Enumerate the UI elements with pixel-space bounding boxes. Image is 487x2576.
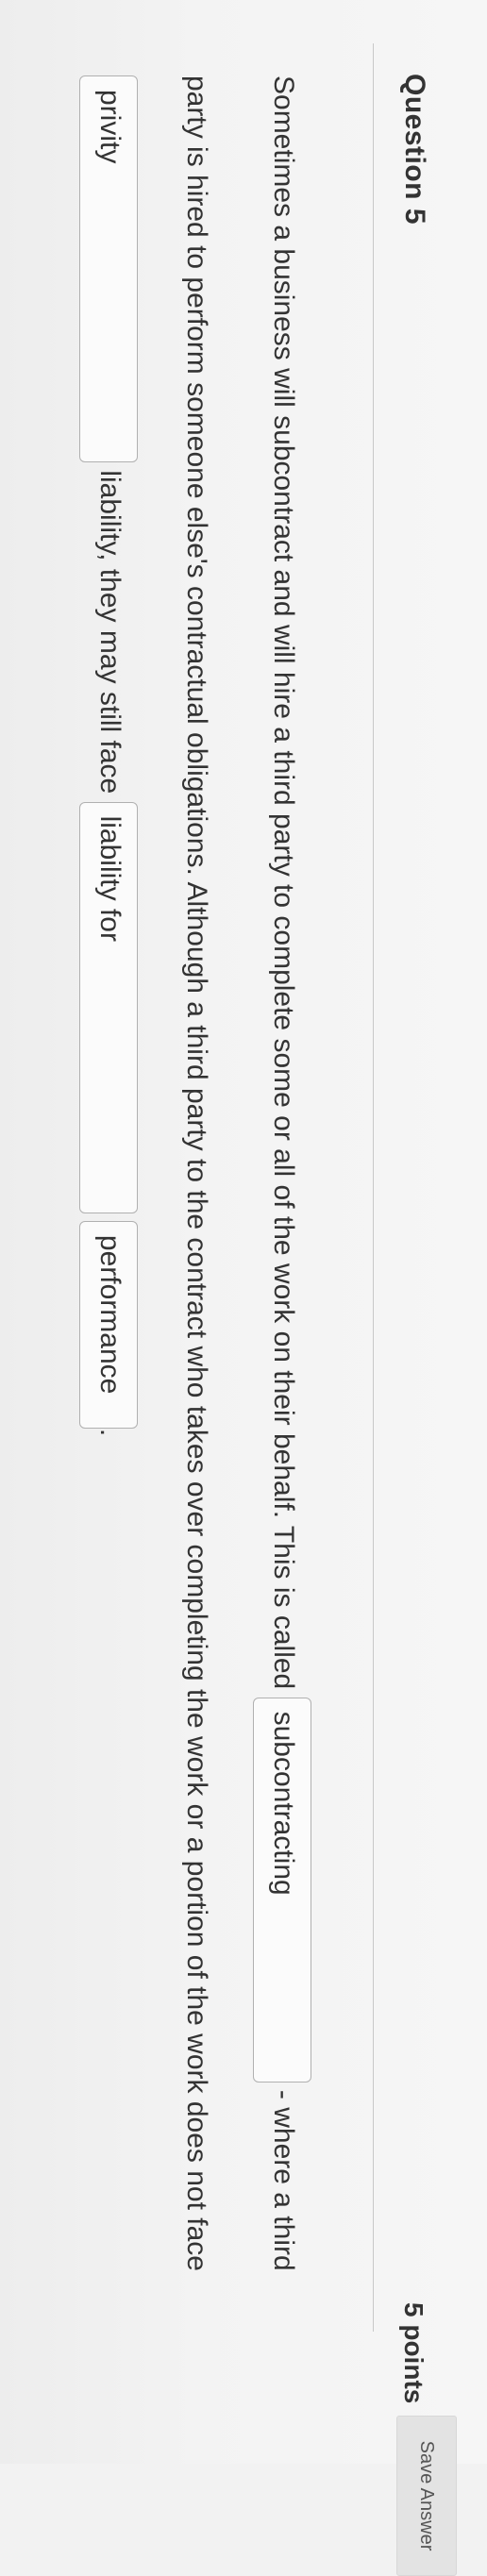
save-answer-button[interactable]: Save Answer [396,2416,457,2576]
header-divider [373,43,374,2332]
answer-blank-1[interactable]: subcontracting [252,1697,311,2083]
question-text-part-3: liability, they may still face [94,470,126,795]
answer-blank-4[interactable]: performance [78,1220,138,1429]
answer-blank-3[interactable]: liability for [78,801,138,1213]
answer-blank-2[interactable]: privity [78,75,138,462]
rotated-page: Question 5 5 points Save Answer Sometime… [0,0,487,2576]
question-title: Question 5 [399,74,430,226]
question-card: Question 5 5 points Save Answer Sometime… [0,0,487,2576]
question-text-part-4: . [94,1428,126,1437]
question-text: Sometimes a business will subcontract an… [66,75,327,2340]
question-text-part-1: Sometimes a business will subcontract an… [268,75,299,1690]
question-points: 5 points [399,2302,428,2404]
